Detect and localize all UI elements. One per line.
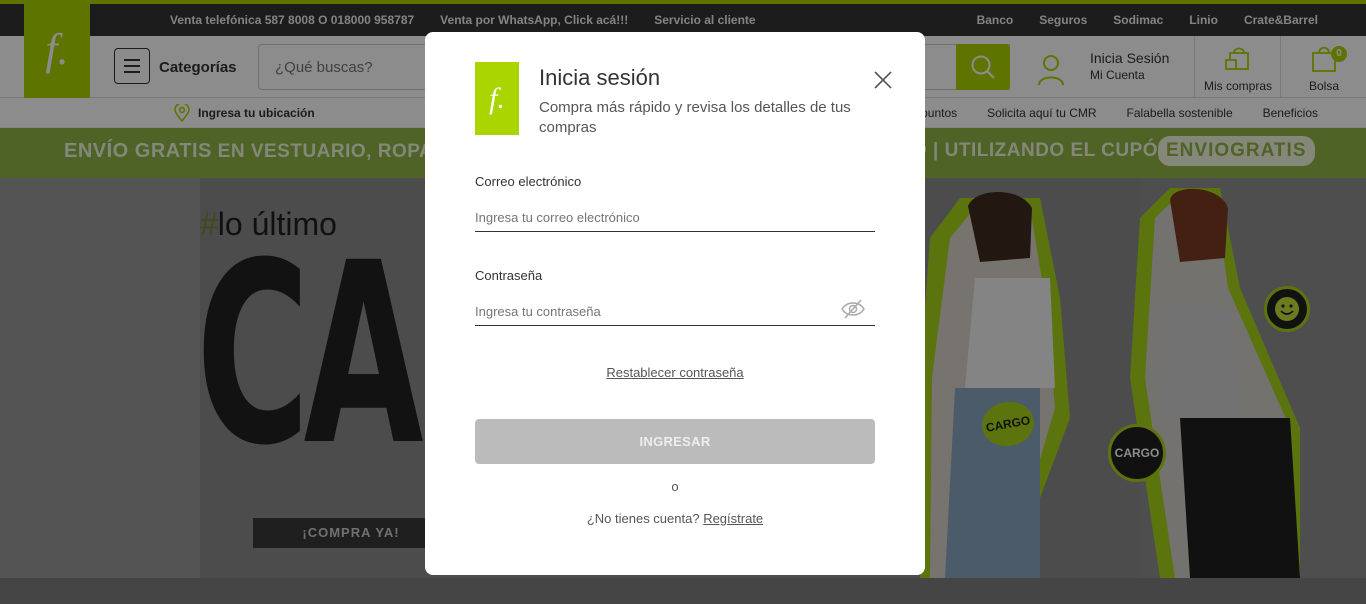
close-icon[interactable] xyxy=(873,70,893,90)
page: Venta telefónica 587 8008 O 018000 95878… xyxy=(0,0,1366,604)
modal-logo: f. xyxy=(475,62,519,135)
no-account-text: ¿No tienes cuenta? xyxy=(586,511,700,526)
login-modal: f. Inicia sesión Compra más rápido y rev… xyxy=(425,32,925,575)
modal-subtitle: Compra más rápido y revisa los detalles … xyxy=(539,99,851,136)
register-link[interactable]: Regístrate xyxy=(703,511,763,526)
login-submit-button[interactable]: INGRESAR xyxy=(475,419,875,464)
reset-password-link[interactable]: Restablecer contraseña xyxy=(425,365,925,380)
password-label: Contraseña xyxy=(475,268,543,283)
eye-slash-icon[interactable] xyxy=(841,298,865,320)
email-field[interactable] xyxy=(475,204,875,232)
password-field[interactable] xyxy=(475,298,875,326)
register-prompt: ¿No tienes cuenta? Regístrate xyxy=(425,511,925,526)
email-label: Correo electrónico xyxy=(475,174,582,189)
modal-logo-letter: f. xyxy=(489,81,505,115)
or-separator: o xyxy=(671,479,679,494)
modal-title: Inicia sesión xyxy=(539,65,661,90)
